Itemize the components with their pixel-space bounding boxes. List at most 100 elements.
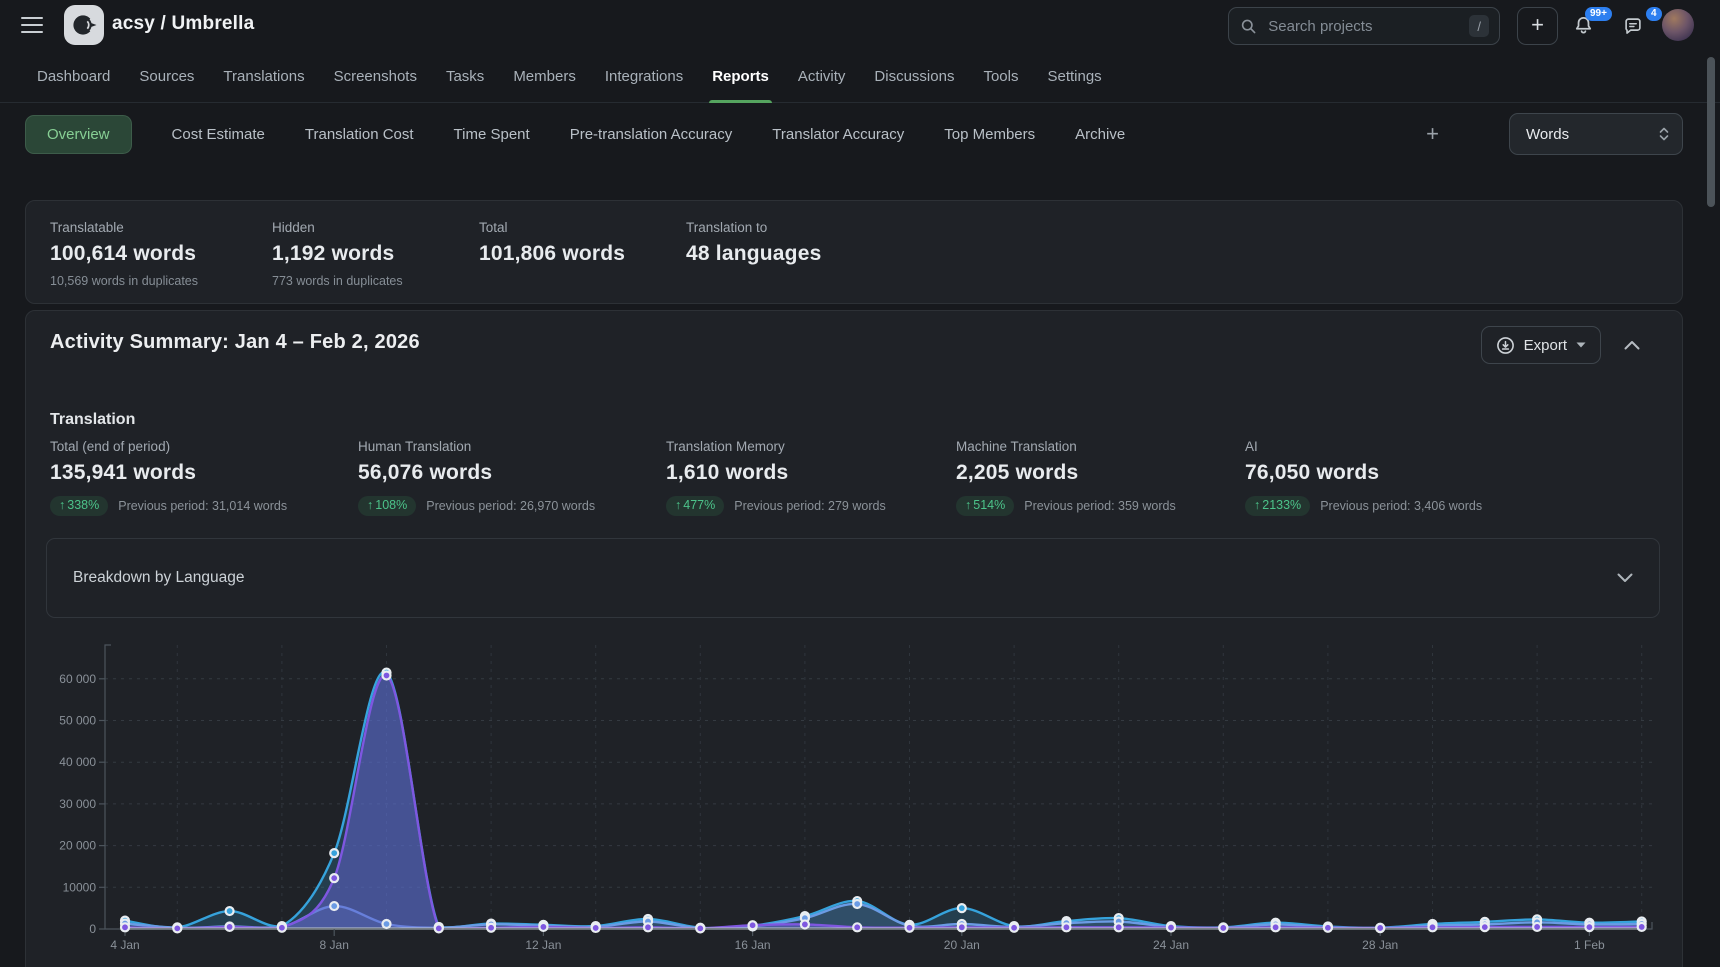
stat-value: 100,614 words bbox=[50, 242, 272, 266]
series-teal-point[interactable] bbox=[958, 904, 966, 912]
search-input[interactable] bbox=[1266, 17, 1469, 36]
previous-period: Previous period: 279 words bbox=[734, 499, 885, 513]
project-logo[interactable] bbox=[64, 5, 104, 45]
metric-value: 2,205 words bbox=[956, 461, 1245, 485]
series-purple-point[interactable] bbox=[696, 924, 704, 932]
change-percent: 338% bbox=[67, 499, 99, 512]
create-project-button[interactable]: + bbox=[1517, 7, 1558, 45]
y-axis-label: 60 000 bbox=[59, 672, 96, 686]
series-purple-point[interactable] bbox=[1481, 923, 1489, 931]
x-axis-label: 8 Jan bbox=[320, 938, 349, 952]
series-purple-point[interactable] bbox=[592, 924, 600, 932]
x-axis-label: 24 Jan bbox=[1153, 938, 1189, 952]
metric-value: 56,076 words bbox=[358, 461, 666, 485]
search-box[interactable]: / bbox=[1228, 7, 1500, 45]
nav-tab-activity[interactable]: Activity bbox=[798, 50, 846, 102]
report-tab-translation-cost[interactable]: Translation Cost bbox=[305, 126, 414, 143]
metric-meta: ↑2133%Previous period: 3,406 words bbox=[1245, 496, 1482, 516]
nav-tab-screenshots[interactable]: Screenshots bbox=[334, 50, 417, 102]
report-tab-cost-estimate[interactable]: Cost Estimate bbox=[172, 126, 265, 143]
report-tab-overview[interactable]: Overview bbox=[25, 115, 132, 154]
add-report-button[interactable]: + bbox=[1426, 123, 1439, 145]
series-purple-point[interactable] bbox=[1167, 924, 1175, 932]
change-badge: ↑2133% bbox=[1245, 496, 1310, 516]
change-badge: ↑477% bbox=[666, 496, 724, 516]
series-purple-point[interactable] bbox=[487, 924, 495, 932]
series-purple-point[interactable] bbox=[1115, 923, 1123, 931]
metric-value: 135,941 words bbox=[50, 461, 358, 485]
series-teal-point[interactable] bbox=[330, 849, 338, 857]
series-purple-point[interactable] bbox=[801, 920, 809, 928]
user-avatar[interactable] bbox=[1662, 9, 1694, 41]
x-axis-label: 4 Jan bbox=[110, 938, 139, 952]
nav-tab-integrations[interactable]: Integrations bbox=[605, 50, 683, 102]
nav-tab-discussions[interactable]: Discussions bbox=[874, 50, 954, 102]
series-light-blue-point[interactable] bbox=[383, 920, 391, 928]
series-purple-point[interactable] bbox=[1324, 924, 1332, 932]
report-tab-time-spent[interactable]: Time Spent bbox=[454, 126, 530, 143]
nav-tab-settings[interactable]: Settings bbox=[1047, 50, 1101, 102]
series-purple-point[interactable] bbox=[906, 924, 914, 932]
series-purple-point[interactable] bbox=[330, 874, 338, 882]
nav-tab-tasks[interactable]: Tasks bbox=[446, 50, 484, 102]
activity-chart[interactable]: 60 00050 00040 00030 00020 0001000004 Ja… bbox=[0, 600, 1720, 967]
chevron-up-icon bbox=[1624, 340, 1640, 350]
chevron-down-icon bbox=[1617, 573, 1633, 583]
nav-tab-members[interactable]: Members bbox=[513, 50, 576, 102]
series-purple-point[interactable] bbox=[1219, 924, 1227, 932]
breadcrumb-project-title[interactable]: acsy / Umbrella bbox=[112, 13, 254, 35]
nav-tab-translations[interactable]: Translations bbox=[223, 50, 304, 102]
series-purple-point[interactable] bbox=[226, 923, 234, 931]
change-percent: 2133% bbox=[1262, 499, 1301, 512]
x-axis-label: 28 Jan bbox=[1362, 938, 1398, 952]
change-badge: ↑338% bbox=[50, 496, 108, 516]
download-circle-icon bbox=[1496, 336, 1515, 355]
series-purple-point[interactable] bbox=[1429, 923, 1437, 931]
report-tab-archive[interactable]: Archive bbox=[1075, 126, 1125, 143]
messages-button[interactable] bbox=[1622, 15, 1644, 42]
collapse-section-button[interactable] bbox=[1624, 337, 1640, 355]
unit-select[interactable]: Words bbox=[1509, 113, 1683, 155]
stat-value: 1,192 words bbox=[272, 242, 479, 266]
series-purple-point[interactable] bbox=[1272, 923, 1280, 931]
scrollbar-thumb[interactable] bbox=[1707, 57, 1715, 207]
series-light-blue-point[interactable] bbox=[330, 902, 338, 910]
series-purple-point[interactable] bbox=[1062, 923, 1070, 931]
report-tab-pre-translation-accuracy[interactable]: Pre-translation Accuracy bbox=[570, 126, 733, 143]
stat-value: 48 languages bbox=[686, 242, 821, 266]
metric-translation-memory: Translation Memory1,610 words↑477%Previo… bbox=[666, 439, 956, 516]
series-purple-point[interactable] bbox=[1376, 924, 1384, 932]
translation-section-title: Translation bbox=[50, 411, 135, 429]
series-purple-point[interactable] bbox=[958, 923, 966, 931]
nav-tab-dashboard[interactable]: Dashboard bbox=[37, 50, 110, 102]
metric-ai: AI76,050 words↑2133%Previous period: 3,4… bbox=[1245, 439, 1482, 516]
y-axis-label: 0 bbox=[89, 922, 96, 936]
series-purple-point[interactable] bbox=[383, 671, 391, 679]
metric-value: 76,050 words bbox=[1245, 461, 1482, 485]
series-purple-point[interactable] bbox=[1010, 924, 1018, 932]
nav-tab-reports[interactable]: Reports bbox=[712, 50, 769, 102]
menu-icon[interactable] bbox=[21, 17, 43, 33]
report-tab-top-members[interactable]: Top Members bbox=[944, 126, 1035, 143]
series-teal-point[interactable] bbox=[226, 907, 234, 915]
series-purple-point[interactable] bbox=[1533, 923, 1541, 931]
series-purple-point[interactable] bbox=[749, 921, 757, 929]
series-purple-point[interactable] bbox=[1585, 923, 1593, 931]
report-tab-translator-accuracy[interactable]: Translator Accuracy bbox=[772, 126, 904, 143]
series-light-blue-point[interactable] bbox=[853, 900, 861, 908]
series-purple-point[interactable] bbox=[278, 924, 286, 932]
nav-tab-tools[interactable]: Tools bbox=[983, 50, 1018, 102]
series-purple-point[interactable] bbox=[173, 924, 181, 932]
previous-period: Previous period: 359 words bbox=[1024, 499, 1175, 513]
metric-total-end-of-period: Total (end of period)135,941 words↑338%P… bbox=[50, 439, 358, 516]
nav-tab-sources[interactable]: Sources bbox=[139, 50, 194, 102]
series-purple-point[interactable] bbox=[644, 923, 652, 931]
series-purple-point[interactable] bbox=[853, 923, 861, 931]
y-axis-label: 50 000 bbox=[59, 714, 96, 728]
series-purple-point[interactable] bbox=[435, 924, 443, 932]
series-purple-point[interactable] bbox=[1638, 923, 1646, 931]
export-button[interactable]: Export bbox=[1481, 326, 1601, 364]
series-purple-point[interactable] bbox=[539, 923, 547, 931]
translation-metrics: Total (end of period)135,941 words↑338%P… bbox=[50, 439, 1482, 516]
series-purple-point[interactable] bbox=[121, 923, 129, 931]
